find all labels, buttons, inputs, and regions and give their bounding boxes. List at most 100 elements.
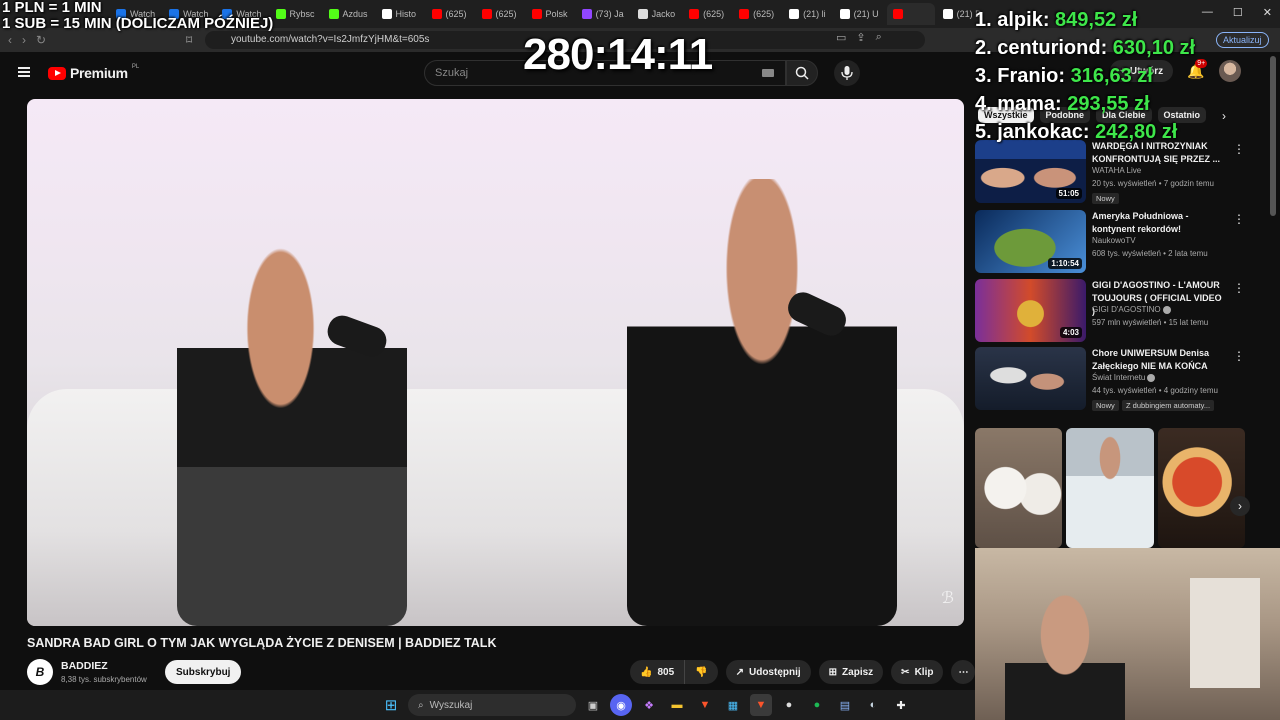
bookmark-icon[interactable]: ⌑ <box>186 33 192 47</box>
video-thumbnail[interactable]: 4:03 <box>975 279 1086 342</box>
more-vertical-icon[interactable]: ⋮ <box>1233 349 1245 363</box>
file-explorer-icon[interactable]: ▬ <box>666 694 688 716</box>
recommendation-channel[interactable]: GIGI D'AGOSTINO <box>1092 305 1171 314</box>
video-actions: 👍 805 👎 ↗ Udostępnij ⊞ Zapisz ✂ Klip ⋯ <box>630 660 976 684</box>
notification-count: 9+ <box>1195 58 1208 68</box>
video-thumbnail[interactable]: 1:10:54 <box>975 210 1086 273</box>
browser-tab[interactable]: (625) <box>733 3 781 25</box>
store-icon[interactable]: ▦ <box>722 694 744 716</box>
browser-tab[interactable]: Histo <box>376 3 424 25</box>
recommendation-item[interactable]: 4:03 GIGI D'AGOSTINO - L'AMOUR TOUJOURS (… <box>975 279 1245 345</box>
video-duration: 51:05 <box>1055 188 1082 199</box>
maximize-icon[interactable]: ☐ <box>1233 6 1243 19</box>
recommendation-title[interactable]: Ameryka Południowa - kontynent rekordów! <box>1092 210 1222 236</box>
dislike-button[interactable]: 👎 <box>685 660 718 684</box>
short-thumbnail[interactable] <box>1157 428 1245 548</box>
browser-tab[interactable]: (21) li <box>783 3 832 25</box>
browser-tab[interactable] <box>886 3 935 25</box>
recommendation-title[interactable]: Chore UNIWERSUM Denisa Załęckiego NIE MA… <box>1092 347 1222 373</box>
minimize-icon[interactable]: — <box>1202 6 1213 19</box>
like-button[interactable]: 👍 805 <box>630 660 686 684</box>
channel-label: WATAHA Live <box>1092 166 1142 175</box>
clip-label: Klip <box>914 666 934 678</box>
recommendation-channel[interactable]: WATAHA Live <box>1092 166 1141 175</box>
tab-label: Jacko <box>651 9 676 19</box>
tab-favicon-icon <box>431 9 442 19</box>
share-icon[interactable]: ⇪ <box>856 31 865 44</box>
channel-watermark-icon: ℬ <box>941 590 954 607</box>
browser-tab[interactable]: (21) U <box>834 3 885 25</box>
tab-favicon-icon <box>531 9 542 19</box>
task-view-icon[interactable]: ▣ <box>582 694 604 716</box>
taskbar-items: ⊞ ⌕ Wyszukaj ▣ ◉ ❖ ▬ ▼ ▦ ▼ ● ● ▤ ◐ ✚ <box>380 694 912 716</box>
close-window-icon[interactable]: ✕ <box>1263 6 1272 19</box>
tab-label: (625) <box>753 9 775 19</box>
browser-tab[interactable]: Polsk <box>526 3 574 25</box>
browser-tab[interactable]: (625) <box>476 3 524 25</box>
youtube-logo[interactable]: Premium PL <box>48 64 139 81</box>
recommendation-item[interactable]: Chore UNIWERSUM Denisa Załęckiego NIE MA… <box>975 347 1245 413</box>
channel-name[interactable]: BADDIEZ <box>61 660 108 672</box>
clip-button[interactable]: ✂ Klip <box>891 660 944 684</box>
discord-icon[interactable]: ◉ <box>610 694 632 716</box>
recommendation-item[interactable]: 51:05 WARDĘGA I NITROZYNIAK KONFRONTUJĄ S… <box>975 140 1245 206</box>
recommendation-item[interactable]: 1:10:54 Ameryka Południowa - kontynent re… <box>975 210 1245 276</box>
taskbar-search[interactable]: ⌕ Wyszukaj <box>408 694 576 716</box>
youtube-play-icon <box>48 66 66 80</box>
spotify-icon[interactable]: ● <box>806 694 828 716</box>
keyboard-icon[interactable] <box>762 69 774 77</box>
page-scrollbar[interactable] <box>1270 56 1276 216</box>
app-icon[interactable]: ✚ <box>890 694 912 716</box>
back-icon[interactable]: ‹ <box>8 33 12 47</box>
toolbar-icons: ▭ ⇪ ⌕ <box>836 31 882 44</box>
more-vertical-icon[interactable]: ⋮ <box>1233 212 1245 226</box>
forward-icon[interactable]: › <box>22 33 26 47</box>
steam-icon[interactable]: ◐ <box>862 694 884 716</box>
tab-label: (73) Ja <box>595 9 624 19</box>
windows-taskbar: ⊞ ⌕ Wyszukaj ▣ ◉ ❖ ▬ ▼ ▦ ▼ ● ● ▤ ◐ ✚ <box>0 690 975 720</box>
short-thumbnail[interactable] <box>975 428 1063 548</box>
video-duration: 4:03 <box>1059 327 1082 338</box>
browser-tab[interactable]: (625) <box>683 3 731 25</box>
chevron-right-icon[interactable]: › <box>1222 109 1226 123</box>
video-thumbnail[interactable]: 51:05 <box>975 140 1086 203</box>
webcam-streamer <box>1005 593 1125 720</box>
browser-tab[interactable]: (73) Ja <box>576 3 630 25</box>
brave-icon[interactable]: ▼ <box>694 694 716 716</box>
browser-tab[interactable]: Rybsc <box>270 3 321 25</box>
more-vertical-icon[interactable]: ⋮ <box>1233 281 1245 295</box>
brave-active-icon[interactable]: ▼ <box>750 694 772 716</box>
windows-start-icon[interactable]: ⊞ <box>380 694 402 716</box>
cast-icon[interactable]: ▭ <box>836 31 846 44</box>
browser-tab[interactable]: (625) <box>426 3 474 25</box>
tab-favicon-icon <box>581 9 592 19</box>
share-button[interactable]: ↗ Udostępnij <box>725 660 811 684</box>
zoom-icon[interactable]: ⌕ <box>876 31 882 44</box>
video-thumbnail[interactable] <box>975 347 1086 410</box>
avatar[interactable] <box>1218 60 1241 82</box>
video-duration: 1:10:54 <box>1048 258 1082 269</box>
browser-tab[interactable]: Jacko <box>632 3 682 25</box>
subscribe-button[interactable]: Subskrybuj <box>165 660 242 684</box>
save-button[interactable]: ⊞ Zapisz <box>818 660 884 684</box>
shorts-next-button[interactable]: › <box>1230 496 1250 516</box>
voice-search-button[interactable] <box>834 60 860 86</box>
update-button[interactable]: Aktualizuj <box>1216 32 1269 48</box>
video-title: SANDRA BAD GIRL O TYM JAK WYGLĄDA ŻYCIE … <box>27 636 497 650</box>
recommendation-channel[interactable]: Świat Internetu <box>1092 373 1156 382</box>
notepad-icon[interactable]: ▤ <box>834 694 856 716</box>
hamburger-menu-icon[interactable] <box>18 67 30 77</box>
recommendation-channel[interactable]: NaukowoTV <box>1092 236 1136 245</box>
video-player[interactable]: ℬ <box>27 99 964 626</box>
copilot-icon[interactable]: ❖ <box>638 694 660 716</box>
more-actions-button[interactable]: ⋯ <box>951 660 976 684</box>
search-button[interactable] <box>786 60 818 86</box>
tab-favicon-icon <box>892 9 903 19</box>
short-thumbnail[interactable] <box>1066 428 1154 548</box>
channel-avatar[interactable]: B <box>27 659 53 685</box>
reload-icon[interactable]: ↻ <box>36 33 46 47</box>
tab-label: Rybsc <box>289 9 315 19</box>
obs-icon[interactable]: ● <box>778 694 800 716</box>
more-vertical-icon[interactable]: ⋮ <box>1233 142 1245 156</box>
browser-tab[interactable]: Azdus <box>323 3 374 25</box>
